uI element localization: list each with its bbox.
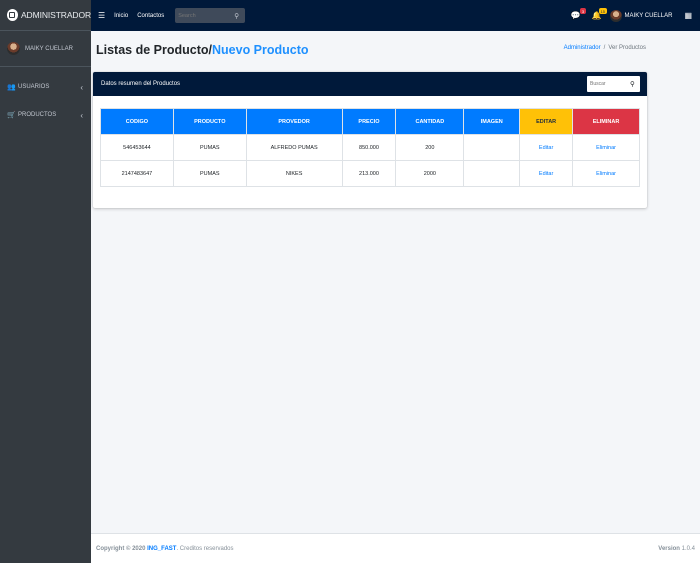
column-header[interactable]: PRODUCTO <box>172 108 247 135</box>
column-header[interactable]: ELIMINAR <box>572 108 640 135</box>
column-header[interactable]: PRECIO <box>341 108 397 135</box>
cell-producto: PUMAS <box>172 134 247 161</box>
message-badge: 15 <box>599 8 607 14</box>
cell-editar: Editar <box>519 160 574 187</box>
sidebar-item-label: PRODUCTOS <box>18 112 57 118</box>
logo-icon <box>7 9 18 21</box>
topbar-right: 💬 3 🔔 15 MAIKY CUELLAR ▦ <box>560 0 692 31</box>
cell-provedor: NIKES <box>245 160 343 187</box>
chevron-left-icon: ‹ <box>80 82 83 92</box>
products-table: CODIGO PRODUCTO PROVEDOR PRECIO CANTIDAD… <box>100 108 640 187</box>
top-user-name[interactable]: MAIKY CUELLAR <box>625 13 673 19</box>
sidebar-item-usuarios[interactable]: 👥 USUARIOS ‹ <box>0 73 91 101</box>
messages-icon[interactable]: 🔔 15 <box>592 8 607 20</box>
table-row: 2147483647 PUMAS NIKES 213.000 2000 Edit… <box>100 160 640 187</box>
avatar[interactable] <box>609 9 622 22</box>
sidebar-nav: 👥 USUARIOS ‹ 🛒 PRODUCTOS ‹ <box>0 67 91 129</box>
column-header[interactable]: CANTIDAD <box>395 108 465 135</box>
cell-imagen <box>463 160 521 187</box>
cell-producto: PUMAS <box>172 160 247 187</box>
breadcrumb: Administrador / Ver Productos <box>564 45 646 51</box>
column-header[interactable]: EDITAR <box>519 108 574 135</box>
cell-codigo: 546453644 <box>100 134 174 161</box>
delete-link[interactable]: Eliminar <box>596 145 616 151</box>
search-input[interactable] <box>590 81 630 87</box>
version-label: Version <box>658 545 680 552</box>
table-header-row: CODIGO PRODUCTO PROVEDOR PRECIO CANTIDAD… <box>100 108 640 135</box>
cell-editar: Editar <box>519 134 574 161</box>
footer: Copyright © 2020 ING_FAST. Creditos rese… <box>91 533 700 563</box>
notifications-icon[interactable]: 💬 3 <box>571 8 586 20</box>
delete-link[interactable]: Eliminar <box>596 171 616 177</box>
topbar: ☰ Inicio Contactos ⚲ 💬3 🔔15 MAIKY CUELLA… <box>91 0 700 31</box>
footer-version: Version 1.0.4 <box>658 546 695 552</box>
card-header: Datos resumen del Productos ⚲ <box>93 72 647 96</box>
search-input[interactable] <box>178 12 235 19</box>
column-header[interactable]: IMAGEN <box>463 108 521 135</box>
breadcrumb-separator: / <box>603 45 606 51</box>
footer-copyright: Copyright © 2020 <box>96 545 146 552</box>
cell-precio: 850.000 <box>341 134 397 161</box>
edit-link[interactable]: Editar <box>539 145 553 151</box>
breadcrumb-current: Ver Productos <box>608 45 646 51</box>
menu-toggle-icon[interactable]: ☰ <box>98 11 105 20</box>
brand-link[interactable]: ADMINISTRADOR <box>0 0 91 31</box>
cell-eliminar: Eliminar <box>572 134 640 161</box>
content-header: Listas de Producto/Nuevo Producto Admini… <box>96 43 646 57</box>
avatar <box>7 42 20 55</box>
cart-icon: 🛒 <box>7 112 16 119</box>
cell-cantidad: 200 <box>395 134 465 161</box>
nav-link-inicio[interactable]: Inicio <box>114 13 128 19</box>
nav-link-contactos[interactable]: Contactos <box>137 13 164 19</box>
search-icon[interactable]: ⚲ <box>234 12 239 20</box>
cell-cantidad: 2000 <box>395 160 465 187</box>
table-row: 546453644 PUMAS ALFREDO PUMAS 850.000 20… <box>100 134 640 161</box>
card-title: Datos resumen del Productos <box>101 81 181 87</box>
version-number: 1.0.4 <box>681 545 695 552</box>
cell-provedor: ALFREDO PUMAS <box>245 134 343 161</box>
top-search: ⚲ <box>175 8 246 23</box>
card-search: ⚲ <box>587 76 640 92</box>
products-card: Datos resumen del Productos ⚲ CODIGO PRO… <box>93 72 647 208</box>
search-icon[interactable]: ⚲ <box>630 80 635 88</box>
grid-menu-icon[interactable]: ▦ <box>684 11 692 20</box>
notification-badge: 3 <box>580 8 586 14</box>
column-header[interactable]: PROVEDOR <box>245 108 343 135</box>
chevron-left-icon: ‹ <box>80 110 83 120</box>
column-header[interactable]: CODIGO <box>100 108 174 135</box>
breadcrumb-admin[interactable]: Administrador <box>564 45 601 51</box>
cell-eliminar: Eliminar <box>572 160 640 187</box>
users-icon: 👥 <box>7 84 16 91</box>
brand-title: ADMINISTRADOR <box>20 10 91 20</box>
sidebar: ADMINISTRADOR MAIKY CUELLAR 👥 USUARIOS ‹… <box>0 0 91 563</box>
edit-link[interactable]: Editar <box>539 171 553 177</box>
cell-codigo: 2147483647 <box>100 160 174 187</box>
footer-brand-link[interactable]: ING_FAST <box>147 546 176 552</box>
cell-imagen <box>463 134 521 161</box>
sidebar-user-name: MAIKY CUELLAR <box>25 45 73 52</box>
page-title-text: Listas de Producto/ <box>96 43 212 57</box>
sidebar-item-productos[interactable]: 🛒 PRODUCTOS ‹ <box>0 101 91 129</box>
cell-precio: 213.000 <box>341 160 397 187</box>
footer-rights: Creditos reservados <box>179 545 234 552</box>
user-panel[interactable]: MAIKY CUELLAR <box>0 31 91 67</box>
new-product-link[interactable]: Nuevo Producto <box>212 43 309 57</box>
sidebar-item-label: USUARIOS <box>18 84 50 90</box>
